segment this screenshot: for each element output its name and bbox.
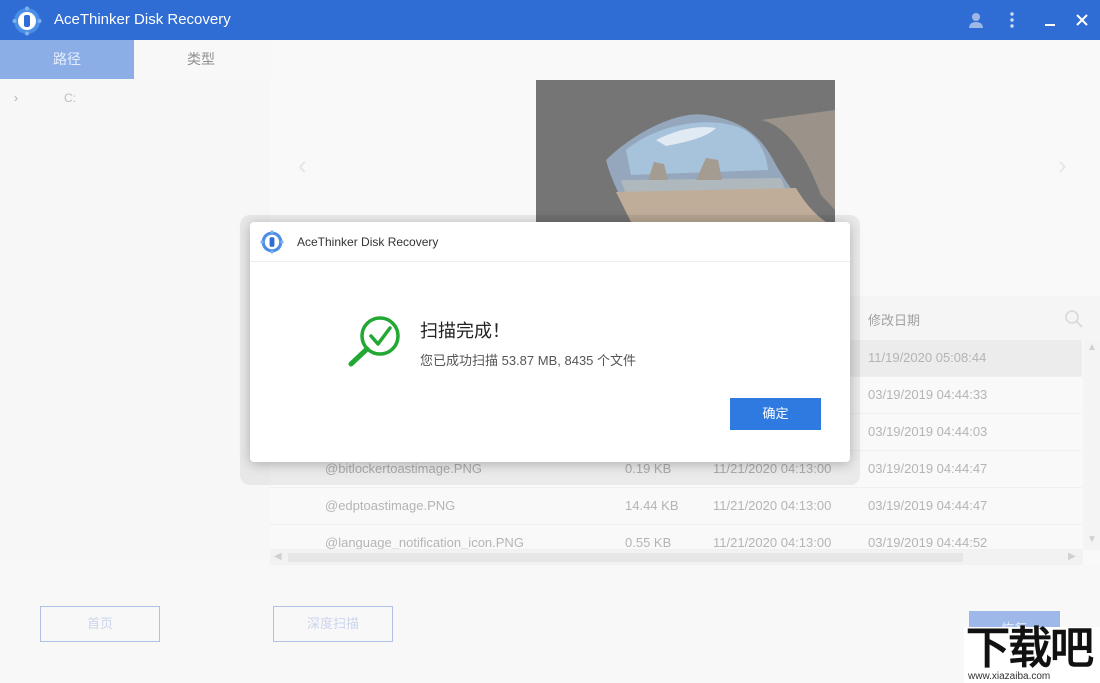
window-title: AceThinker Disk Recovery (54, 11, 231, 28)
close-icon[interactable] (1072, 10, 1092, 30)
dialog-header: AceThinker Disk Recovery (250, 222, 850, 262)
dialog-heading: 扫描完成！ (420, 321, 510, 341)
watermark: 下载吧 www.xiazaiba.com (964, 627, 1100, 683)
dialog-message: 您已成功扫描 53.87 MB, 8435 个文件 (420, 353, 637, 368)
title-bar: AceThinker Disk Recovery (0, 0, 1100, 40)
watermark-logo-text: 下载吧 (966, 624, 1094, 673)
ok-button[interactable]: 确定 (730, 398, 821, 430)
app-logo-icon (12, 6, 42, 36)
user-icon[interactable] (966, 10, 986, 30)
minimize-icon[interactable] (1040, 10, 1060, 30)
dialog-title: AceThinker Disk Recovery (297, 235, 439, 249)
scan-complete-dialog: AceThinker Disk Recovery 扫描完成！ 您已成功扫描 53… (250, 222, 850, 462)
app-logo-icon (260, 230, 284, 254)
scan-success-icon (348, 316, 400, 367)
watermark-url: www.xiazaiba.com (968, 671, 1051, 682)
more-menu-icon[interactable] (1002, 10, 1022, 30)
